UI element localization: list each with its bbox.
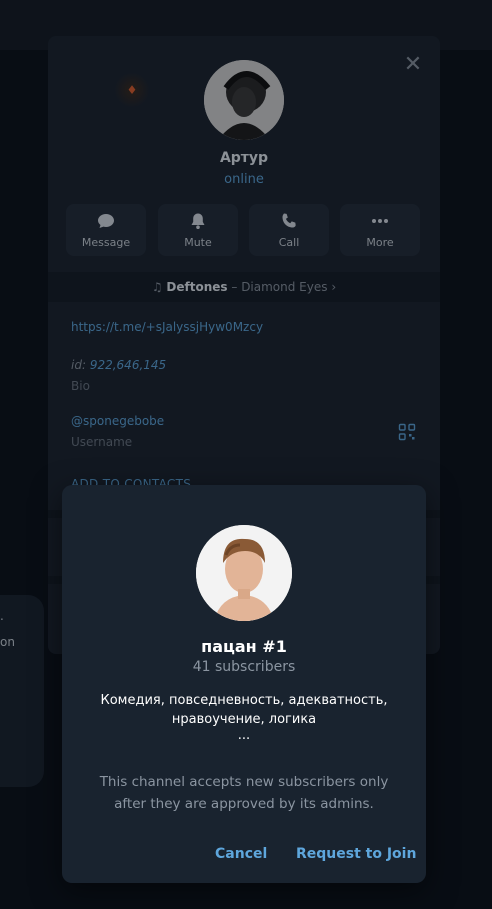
request-to-join-button[interactable]: Request to Join [296, 846, 416, 862]
channel-avatar [196, 525, 292, 621]
cancel-button[interactable]: Cancel [215, 846, 267, 862]
description-line-2: нравоучение, логика [171, 712, 317, 727]
approval-note: This channel accepts new subscribers onl… [82, 771, 406, 815]
channel-description: Комедия, повседневность, адекватность, н… [92, 691, 396, 743]
channel-title: пацан #1 [201, 637, 287, 656]
channel-subscribers: 41 subscribers [192, 659, 296, 675]
description-line-1: Комедия, повседневность, адекватность, [100, 693, 388, 708]
description-ellipsis: ... [237, 728, 251, 743]
approval-note-line-1: This channel accepts new subscribers onl… [99, 774, 389, 790]
join-channel-dialog: пацан #1 41 subscribers Комедия, повседн… [62, 485, 426, 883]
approval-note-line-2: after they are approved by its admins. [114, 796, 374, 812]
